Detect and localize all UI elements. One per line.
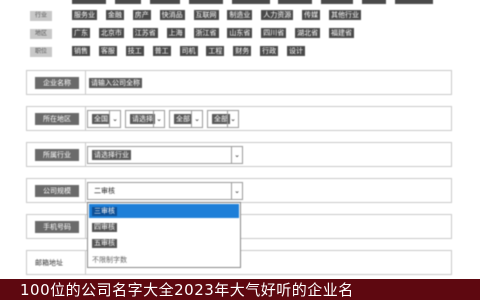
category-item[interactable]: 快消品	[159, 10, 185, 20]
image-caption-banner: 100位的公司名字大全2023年大气好听的企业名	[0, 279, 480, 300]
category-items: 销售 客服 技工 普工 司机 工程 财务 行政 设计	[72, 46, 452, 58]
divider	[85, 215, 86, 238]
company-size-label: 公司规模	[35, 185, 79, 197]
category-item[interactable]: 设计	[287, 46, 305, 56]
street-select[interactable]: 全部 ⌄	[207, 110, 239, 128]
category-item[interactable]: 浙江省	[193, 28, 219, 38]
chevron-down-icon: ⌄	[231, 147, 242, 163]
divider	[85, 251, 86, 274]
category-item[interactable]: 互联网	[193, 10, 219, 20]
category-item[interactable]: 四川省	[261, 28, 287, 38]
category-item[interactable]	[395, 0, 433, 4]
category-items	[72, 0, 452, 6]
category-item[interactable]	[72, 0, 106, 4]
category-item[interactable]	[231, 0, 270, 4]
category-item[interactable]: 工程	[206, 46, 225, 56]
chevron-down-icon: ⌄	[109, 111, 120, 127]
category-item[interactable]	[188, 0, 223, 4]
company-size-select[interactable]: 二审核 ⌄	[87, 182, 243, 200]
industry-value: 请选择行业	[92, 150, 131, 160]
category-row-region: 地区 广东 北京市 江苏省 上海 浙江省 山东省 四川省 湖北省 福建省	[0, 26, 480, 42]
category-item[interactable]: 福建省	[329, 28, 354, 38]
category-item[interactable]	[149, 0, 180, 4]
company-name-label: 企业名称	[35, 77, 79, 89]
city-select[interactable]: 请选择 ⌄	[125, 110, 165, 128]
category-item[interactable]: 广东	[72, 28, 90, 38]
category-item[interactable]: 制造业	[227, 10, 253, 20]
chevron-down-icon: ⌄	[231, 183, 242, 199]
dropdown-option-label: 四审核	[92, 223, 117, 232]
category-item[interactable]: 财务	[233, 46, 252, 56]
category-item[interactable]: 销售	[72, 46, 90, 56]
category-item[interactable]: 其他行业	[329, 10, 361, 20]
category-label: 行业	[30, 11, 52, 21]
category-items: 广东 北京市 江苏省 上海 浙江省 山东省 四川省 湖北省 福建省	[72, 28, 452, 40]
company-name-row: 企业名称 请输入公司全称	[26, 70, 452, 95]
email-label: 邮箱地址	[35, 259, 63, 267]
company-size-value: 二审核	[94, 187, 115, 195]
category-row-industry: 行业 服务业 金融 房产 快消品 互联网 制造业 人力资源 传媒 其他行业	[0, 8, 480, 24]
dropdown-option[interactable]: 五审核	[89, 236, 239, 250]
dropdown-hint: 不限制字数	[92, 256, 127, 264]
district-value: 全部	[174, 114, 192, 124]
dropdown-option-selected[interactable]: 三审核	[89, 204, 239, 218]
industry-label: 所属行业	[35, 149, 79, 161]
company-size-row: 公司规模 二审核 ⌄	[26, 178, 452, 203]
category-item[interactable]: 行政	[260, 46, 279, 56]
category-item[interactable]: 服务业	[72, 10, 97, 20]
category-items: 服务业 金融 房产 快消品 互联网 制造业 人力资源 传媒 其他行业	[72, 10, 452, 22]
category-label: 职位	[30, 47, 52, 57]
category-item[interactable]: 北京市	[98, 28, 124, 38]
district-select[interactable]: 全部 ⌄	[169, 110, 203, 128]
category-item[interactable]	[278, 0, 313, 4]
phone-label: 手机号码	[35, 221, 79, 233]
category-item[interactable]	[114, 0, 141, 4]
city-value: 请选择	[130, 114, 155, 124]
location-row: 所在地区 全国 ⌄ 请选择 ⌄ 全部 ⌄ 全部 ⌄	[26, 106, 452, 131]
category-item[interactable]: 人力资源	[261, 10, 294, 20]
industry-select[interactable]: 请选择行业 ⌄	[87, 146, 243, 164]
category-item[interactable]: 客服	[98, 46, 117, 56]
category-row-top	[0, 0, 480, 8]
category-label: 地区	[30, 29, 52, 39]
chevron-down-icon: ⌄	[153, 111, 164, 127]
category-item[interactable]: 湖北省	[295, 28, 321, 38]
category-item[interactable]: 技工	[125, 46, 144, 56]
category-item[interactable]	[321, 0, 354, 4]
chevron-down-icon: ⌄	[191, 111, 202, 127]
category-item[interactable]: 司机	[179, 46, 198, 56]
category-item[interactable]: 金融	[105, 10, 124, 20]
divider	[85, 143, 86, 166]
category-item[interactable]: 江苏省	[132, 28, 158, 38]
chevron-down-icon: ⌄	[227, 111, 238, 127]
category-item[interactable]: 传媒	[302, 10, 321, 20]
dropdown-option-label: 三审核	[92, 207, 117, 216]
divider	[85, 107, 86, 130]
category-item[interactable]: 普工	[152, 46, 171, 56]
location-label: 所在地区	[35, 113, 79, 125]
province-select[interactable]: 全国 ⌄	[87, 110, 121, 128]
company-name-input[interactable]: 请输入公司全称	[89, 78, 142, 88]
dropdown-option-label: 五审核	[92, 239, 117, 248]
industry-row: 所属行业 请选择行业 ⌄	[26, 142, 452, 167]
category-item[interactable]: 房产	[132, 10, 151, 20]
company-size-dropdown: 三审核 四审核 五审核 不限制字数	[87, 202, 241, 268]
divider	[85, 179, 86, 202]
category-row-position: 职位 销售 客服 技工 普工 司机 工程 财务 行政 设计	[0, 44, 480, 60]
category-item[interactable]: 山东省	[227, 28, 253, 38]
province-value: 全国	[92, 114, 110, 124]
category-item[interactable]	[362, 0, 387, 4]
category-item[interactable]: 上海	[166, 28, 185, 38]
divider	[85, 71, 86, 94]
dropdown-option[interactable]: 四审核	[89, 220, 239, 234]
